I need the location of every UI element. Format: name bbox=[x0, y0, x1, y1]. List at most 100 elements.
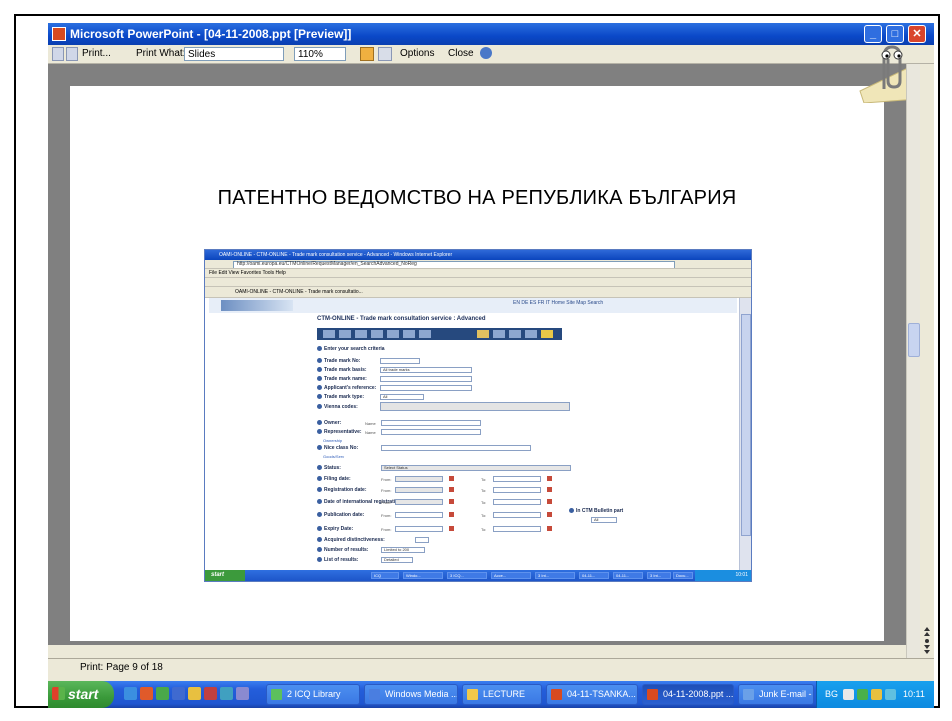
start-button[interactable]: start bbox=[48, 681, 114, 708]
taskbar-button-label: Junk E-mail - Mic... bbox=[759, 689, 813, 699]
page-scroll-buttons[interactable] bbox=[920, 623, 934, 657]
ctm-header: EN DE ES FR IT Home Site Map Search bbox=[209, 298, 737, 313]
outlook-icon bbox=[743, 689, 754, 700]
quicklaunch-icon[interactable] bbox=[140, 687, 153, 700]
taskbar-button-ppt-active[interactable]: 04-11-2008.ppt ... bbox=[642, 684, 734, 705]
status-bar: Print: Page 9 of 18 bbox=[48, 658, 934, 677]
ctm-label: Trade mark No: bbox=[317, 358, 360, 364]
ctm-bulletin-select: All bbox=[591, 517, 617, 523]
status-text: Print: Page 9 of 18 bbox=[80, 662, 163, 673]
tray-icon[interactable] bbox=[843, 689, 854, 700]
inner-start-button: start bbox=[205, 570, 245, 581]
inner-tray: 10:01 bbox=[695, 570, 751, 581]
language-indicator[interactable]: BG bbox=[825, 681, 838, 708]
ctm-date-input bbox=[395, 512, 443, 518]
inner-task-button: 04-11... bbox=[579, 572, 609, 579]
zoom-select[interactable]: 110% bbox=[294, 47, 346, 61]
ctm-page-title: CTM-ONLINE - Trade mark consultation ser… bbox=[317, 316, 486, 322]
previous-page-icon bbox=[924, 627, 930, 636]
ctm-label: Acquired distinctiveness: bbox=[317, 537, 385, 543]
ctm-select: Select Status bbox=[381, 465, 571, 471]
right-edge-strip bbox=[920, 64, 934, 658]
ctm-tool-icon bbox=[525, 330, 537, 338]
ctm-bulletin-label: In CTM Bulletin part bbox=[569, 508, 623, 514]
inner-task-button: ICQ bbox=[371, 572, 399, 579]
ctm-input bbox=[380, 376, 472, 382]
ctm-link: Goods/Serv bbox=[323, 454, 345, 459]
close-preview-button[interactable]: Close bbox=[448, 47, 474, 61]
vertical-scrollbar[interactable] bbox=[906, 64, 921, 658]
ctm-date-input bbox=[395, 487, 443, 493]
print-what-select[interactable]: Slides bbox=[184, 47, 284, 61]
ctm-date-input bbox=[493, 499, 541, 505]
ctm-input bbox=[380, 385, 472, 391]
calendar-icon bbox=[547, 487, 552, 492]
folder-icon bbox=[467, 689, 478, 700]
taskbar-button-lecture[interactable]: LECTURE bbox=[462, 684, 542, 705]
ctm-link: Ownership bbox=[323, 438, 343, 443]
vertical-scroll-thumb[interactable] bbox=[908, 323, 920, 357]
ctm-from-label: From: bbox=[381, 500, 392, 505]
tray-icon[interactable] bbox=[885, 689, 896, 700]
start-label: start bbox=[68, 686, 99, 702]
ctm-tool-icon bbox=[371, 330, 383, 338]
ctm-tool-icon bbox=[477, 330, 489, 338]
ctm-label: List of results: bbox=[317, 557, 358, 563]
quicklaunch-icon[interactable] bbox=[156, 687, 169, 700]
inner-address-text: http://oami.europa.eu/CTMOnline/RequestM… bbox=[237, 261, 417, 267]
landscape-icon[interactable] bbox=[360, 47, 374, 61]
powerpoint-icon bbox=[647, 689, 658, 700]
ctm-to-label: To: bbox=[481, 477, 487, 482]
calendar-icon bbox=[547, 499, 552, 504]
portrait-icon[interactable] bbox=[378, 47, 392, 61]
oami-logo bbox=[221, 300, 293, 311]
taskbar-button-label: 2 ICQ Library bbox=[287, 689, 341, 699]
prev-page-icon[interactable] bbox=[52, 47, 64, 61]
ctm-select: All bbox=[380, 394, 424, 400]
taskbar-button-tsanka[interactable]: 04-11-TSANKA... bbox=[546, 684, 638, 705]
inner-toolbar bbox=[205, 278, 751, 287]
inner-tab-bar: OAMI-ONLINE - CTM-ONLINE - Trade mark co… bbox=[205, 287, 751, 298]
clock: 10:11 bbox=[903, 689, 925, 699]
ctm-input bbox=[380, 358, 420, 364]
ctm-label: Trade mark type: bbox=[317, 394, 364, 400]
quicklaunch-icon[interactable] bbox=[220, 687, 233, 700]
ctm-section-title: Enter your search criteria bbox=[317, 346, 385, 352]
quicklaunch-icon[interactable] bbox=[204, 687, 217, 700]
ctm-tool-icon bbox=[509, 330, 521, 338]
ctm-label: Expiry Date: bbox=[317, 526, 353, 532]
inner-task-button: 3 ICQ... bbox=[447, 572, 487, 579]
calendar-icon bbox=[547, 476, 552, 481]
quicklaunch-icon[interactable] bbox=[188, 687, 201, 700]
ctm-select bbox=[415, 537, 429, 543]
ctm-label: Nice class No: bbox=[317, 445, 358, 451]
options-button[interactable]: Options bbox=[400, 47, 434, 61]
tray-icon[interactable] bbox=[871, 689, 882, 700]
calendar-icon bbox=[449, 487, 454, 492]
inner-address-bar: http://oami.europa.eu/CTMOnline/RequestM… bbox=[205, 260, 751, 269]
ie-quicklaunch-icon[interactable] bbox=[124, 687, 137, 700]
embedded-browser-screenshot: OAMI-ONLINE - CTM-ONLINE - Trade mark co… bbox=[204, 249, 752, 582]
preview-workspace: ПАТЕНТНО ВЕДОМСТВО НА РЕПУБЛИКА БЪЛГАРИЯ… bbox=[48, 64, 906, 645]
ctm-to-label: To: bbox=[481, 500, 487, 505]
ctm-date-input bbox=[395, 526, 443, 532]
taskbar-button-icq-library[interactable]: 2 ICQ Library bbox=[266, 684, 360, 705]
calendar-icon bbox=[547, 526, 552, 531]
ctm-sublabel: Name bbox=[365, 430, 376, 435]
quicklaunch-icon[interactable] bbox=[172, 687, 185, 700]
ctm-input bbox=[381, 429, 481, 435]
taskbar-button-junk-email[interactable]: Junk E-mail - Mic... bbox=[738, 684, 814, 705]
taskbar-button-windows-media[interactable]: Windows Media ... bbox=[364, 684, 458, 705]
ctm-to-label: To: bbox=[481, 527, 487, 532]
ctm-to-label: To: bbox=[481, 513, 487, 518]
tray-icon[interactable] bbox=[857, 689, 868, 700]
taskbar-button-label: 04-11-TSANKA... bbox=[567, 689, 636, 699]
slide: ПАТЕНТНО ВЕДОМСТВО НА РЕПУБЛИКА БЪЛГАРИЯ… bbox=[70, 86, 884, 641]
quicklaunch-icon[interactable] bbox=[236, 687, 249, 700]
print-button[interactable]: Print... bbox=[82, 47, 111, 61]
help-icon[interactable] bbox=[480, 47, 492, 59]
inner-scroll-thumb bbox=[741, 314, 751, 536]
ctm-label: Representative: bbox=[317, 429, 362, 435]
ctm-select: Detailed bbox=[381, 557, 413, 563]
next-page-icon[interactable] bbox=[66, 47, 78, 61]
